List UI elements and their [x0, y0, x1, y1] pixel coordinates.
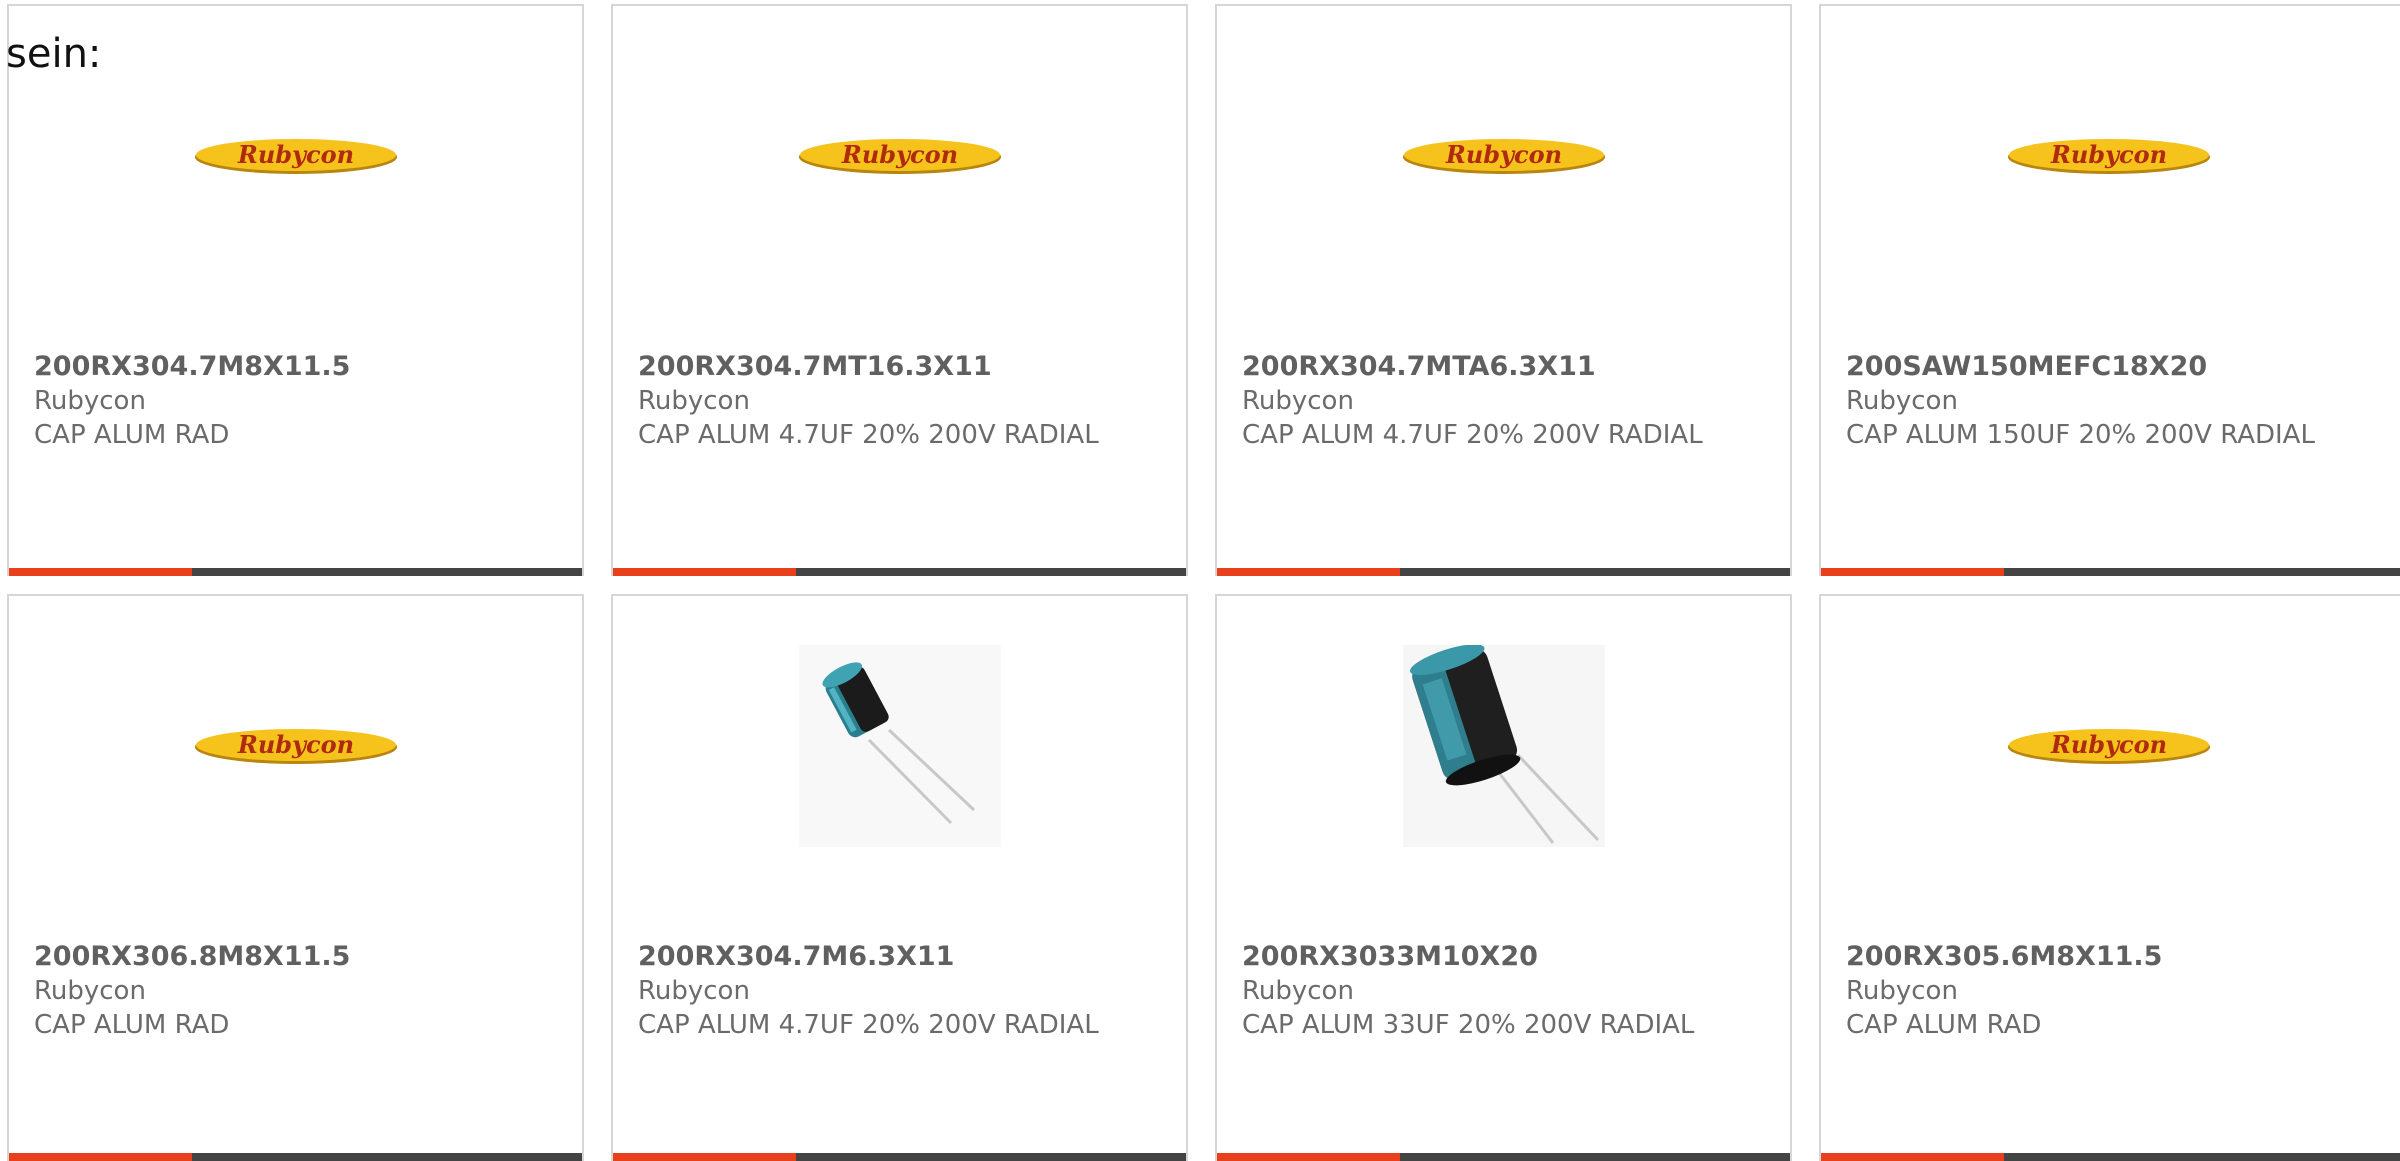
svg-text:Rubycon: Rubycon — [236, 730, 353, 759]
product-description: CAP ALUM 33UF 20% 200V RADIAL — [1242, 1010, 1695, 1040]
card-bottom-bar — [1217, 1153, 1790, 1161]
svg-text:Rubycon: Rubycon — [1444, 140, 1561, 169]
part-number-link[interactable]: 200RX3033M10X20 — [1242, 940, 1770, 974]
card-bottom-bar — [613, 1153, 1186, 1161]
rubycon-logo: Rubycon — [2007, 729, 2210, 764]
product-card[interactable]: 200RX304.7M6.3X11 Rubycon CAP ALUM 4.7UF… — [611, 594, 1188, 1161]
product-grid-page: sein: Rubycon 200RX304.7M8X11.5 Rubycon … — [0, 0, 2400, 1161]
manufacturer-label: Rubycon — [1242, 386, 1354, 416]
card-accent-bar — [1217, 1153, 1400, 1161]
card-accent-bar — [1821, 1153, 2004, 1161]
card-accent-bar — [613, 1153, 796, 1161]
product-card[interactable]: Rubycon 200RX304.7MT16.3X11 Rubycon CAP … — [611, 4, 1188, 576]
product-info: 200RX304.7MTA6.3X11 Rubycon CAP ALUM 4.7… — [1242, 350, 1770, 452]
product-image[interactable]: Rubycon — [9, 56, 582, 256]
product-image[interactable]: Rubycon — [1821, 56, 2396, 256]
product-card[interactable]: Rubycon 200RX304.7M8X11.5 Rubycon CAP AL… — [7, 4, 584, 576]
rubycon-logo: Rubycon — [194, 729, 397, 764]
part-number-link[interactable]: 200RX304.7M6.3X11 — [638, 940, 1166, 974]
part-number-link[interactable]: 200RX304.7MTA6.3X11 — [1242, 350, 1770, 384]
part-number-link[interactable]: 200RX304.7MT16.3X11 — [638, 350, 1166, 384]
product-info: 200RX304.7MT16.3X11 Rubycon CAP ALUM 4.7… — [638, 350, 1166, 452]
product-description: CAP ALUM 150UF 20% 200V RADIAL — [1846, 420, 2315, 450]
svg-text:Rubycon: Rubycon — [840, 140, 957, 169]
product-description: CAP ALUM RAD — [34, 420, 230, 450]
manufacturer-label: Rubycon — [34, 386, 146, 416]
svg-text:Rubycon: Rubycon — [236, 140, 353, 169]
card-accent-bar — [9, 1153, 192, 1161]
product-image[interactable] — [613, 645, 1186, 847]
card-bottom-bar — [613, 568, 1186, 576]
card-accent-bar — [613, 568, 796, 576]
rubycon-logo: Rubycon — [2007, 139, 2210, 174]
product-card[interactable]: Rubycon 200RX306.8M8X11.5 Rubycon CAP AL… — [7, 594, 584, 1161]
card-bottom-bar — [1217, 568, 1790, 576]
svg-text:Rubycon: Rubycon — [2049, 140, 2166, 169]
card-accent-bar — [1821, 568, 2004, 576]
manufacturer-label: Rubycon — [638, 976, 750, 1006]
svg-text:Rubycon: Rubycon — [2049, 730, 2166, 759]
part-number-link[interactable]: 200SAW150MEFC18X20 — [1846, 350, 2380, 384]
product-card[interactable]: Rubycon 200SAW150MEFC18X20 Rubycon CAP A… — [1819, 4, 2400, 576]
product-description: CAP ALUM 4.7UF 20% 200V RADIAL — [638, 420, 1099, 450]
product-info: 200RX305.6M8X11.5 Rubycon CAP ALUM RAD — [1846, 940, 2380, 1042]
product-description: CAP ALUM 4.7UF 20% 200V RADIAL — [1242, 420, 1703, 450]
part-number-link[interactable]: 200RX304.7M8X11.5 — [34, 350, 562, 384]
product-card[interactable]: 200RX3033M10X20 Rubycon CAP ALUM 33UF 20… — [1215, 594, 1792, 1161]
card-bottom-bar — [9, 1153, 582, 1161]
card-accent-bar — [1217, 568, 1400, 576]
manufacturer-label: Rubycon — [34, 976, 146, 1006]
product-card[interactable]: Rubycon 200RX305.6M8X11.5 Rubycon CAP AL… — [1819, 594, 2400, 1161]
manufacturer-label: Rubycon — [638, 386, 750, 416]
card-bottom-bar — [9, 568, 582, 576]
rubycon-logo: Rubycon — [1402, 139, 1605, 174]
capacitor-photo-large — [1402, 645, 1605, 847]
product-image[interactable]: Rubycon — [9, 646, 582, 846]
manufacturer-label: Rubycon — [1846, 386, 1958, 416]
product-description: CAP ALUM RAD — [34, 1010, 230, 1040]
product-description: CAP ALUM 4.7UF 20% 200V RADIAL — [638, 1010, 1099, 1040]
product-card[interactable]: Rubycon 200RX304.7MTA6.3X11 Rubycon CAP … — [1215, 4, 1792, 576]
capacitor-photo-small — [798, 645, 1001, 847]
rubycon-logo: Rubycon — [798, 139, 1001, 174]
card-bottom-bar — [1821, 568, 2400, 576]
part-number-link[interactable]: 200RX305.6M8X11.5 — [1846, 940, 2380, 974]
rubycon-logo: Rubycon — [194, 139, 397, 174]
intro-text: sein: — [6, 31, 102, 77]
part-number-link[interactable]: 200RX306.8M8X11.5 — [34, 940, 562, 974]
product-info: 200RX304.7M6.3X11 Rubycon CAP ALUM 4.7UF… — [638, 940, 1166, 1042]
product-image[interactable] — [1217, 645, 1790, 847]
product-image[interactable]: Rubycon — [1821, 646, 2396, 846]
product-image[interactable]: Rubycon — [613, 56, 1186, 256]
manufacturer-label: Rubycon — [1846, 976, 1958, 1006]
product-image[interactable]: Rubycon — [1217, 56, 1790, 256]
card-bottom-bar — [1821, 1153, 2400, 1161]
manufacturer-label: Rubycon — [1242, 976, 1354, 1006]
product-info: 200RX306.8M8X11.5 Rubycon CAP ALUM RAD — [34, 940, 562, 1042]
product-description: CAP ALUM RAD — [1846, 1010, 2042, 1040]
card-accent-bar — [9, 568, 192, 576]
product-info: 200SAW150MEFC18X20 Rubycon CAP ALUM 150U… — [1846, 350, 2380, 452]
product-info: 200RX3033M10X20 Rubycon CAP ALUM 33UF 20… — [1242, 940, 1770, 1042]
product-info: 200RX304.7M8X11.5 Rubycon CAP ALUM RAD — [34, 350, 562, 452]
